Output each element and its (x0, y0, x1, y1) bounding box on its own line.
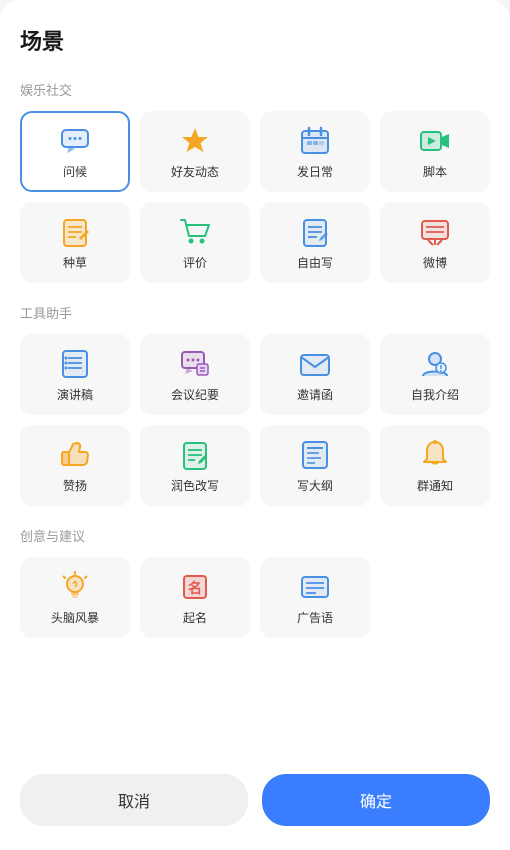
section-grid-1: 问候 好友动态 发日常 (20, 111, 490, 283)
calendar-icon (299, 125, 331, 157)
item-xiedagang[interactable]: 写大纲 (260, 425, 370, 506)
cart-icon (179, 216, 211, 248)
chat-icon (59, 125, 91, 157)
item-ziwo-label: 自我介绍 (411, 386, 459, 403)
item-yaoqing-label: 邀请函 (297, 386, 333, 403)
item-wenhao-label: 问候 (63, 163, 87, 180)
item-zhongcao[interactable]: 种草 (20, 202, 130, 283)
item-jiaoben[interactable]: 脚本 (380, 111, 490, 192)
edit-green-icon (179, 439, 211, 471)
person-icon (419, 348, 451, 380)
item-zanchang-label: 赞扬 (63, 477, 87, 494)
thumb-icon (59, 439, 91, 471)
note-orange-icon (59, 216, 91, 248)
bell-icon (419, 439, 451, 471)
star-icon (179, 125, 211, 157)
item-wenhao[interactable]: 问候 (20, 111, 130, 192)
item-qiming-label: 起名 (183, 609, 207, 626)
item-ziwo[interactable]: 自我介绍 (380, 334, 490, 415)
section-label-3: 创意与建议 (20, 526, 490, 545)
item-quntongzhi[interactable]: 群通知 (380, 425, 490, 506)
bulb-icon (59, 571, 91, 603)
item-zhongcao-label: 种草 (63, 254, 87, 271)
item-runchong-label: 润色改写 (171, 477, 219, 494)
item-huiyi-label: 会议纪要 (171, 386, 219, 403)
item-pingjia-label: 评价 (183, 254, 207, 271)
name-icon: 名 (179, 571, 211, 603)
item-haoyou[interactable]: 好友动态 (140, 111, 250, 192)
section-label-2: 工具助手 (20, 303, 490, 322)
list-blue-icon (59, 348, 91, 380)
page-title: 场景 (20, 24, 490, 56)
confirm-button[interactable]: 确定 (262, 774, 490, 826)
item-qiming[interactable]: 名 起名 (140, 557, 250, 638)
item-haoyou-label: 好友动态 (171, 163, 219, 180)
section-grid-3: 头脑风暴 名 起名 广告语 (20, 557, 490, 638)
chat-purple-icon (179, 348, 211, 380)
mail-icon (299, 348, 331, 380)
section-grid-2: 演讲稿 会议纪要 邀请 (20, 334, 490, 506)
item-guanggao-label: 广告语 (297, 609, 333, 626)
section-label-1: 娱乐社交 (20, 80, 490, 99)
weibo-icon (419, 216, 451, 248)
video-icon (419, 125, 451, 157)
item-pingjia[interactable]: 评价 (140, 202, 250, 283)
item-weibo[interactable]: 微博 (380, 202, 490, 283)
item-huiyi[interactable]: 会议纪要 (140, 334, 250, 415)
ad-icon (299, 571, 331, 603)
bottom-bar: 取消 确定 (0, 758, 510, 850)
svg-text:名: 名 (188, 580, 202, 596)
item-tounao[interactable]: 头脑风暴 (20, 557, 130, 638)
item-weibo-label: 微博 (423, 254, 447, 271)
item-quntongzhi-label: 群通知 (417, 477, 453, 494)
item-yaoqing[interactable]: 邀请函 (260, 334, 370, 415)
item-guanggao[interactable]: 广告语 (260, 557, 370, 638)
item-farichang[interactable]: 发日常 (260, 111, 370, 192)
outline-icon (299, 439, 331, 471)
item-farichang-label: 发日常 (297, 163, 333, 180)
pencil-blue-icon (299, 216, 331, 248)
item-ziyouxie[interactable]: 自由写 (260, 202, 370, 283)
item-ziyouxie-label: 自由写 (297, 254, 333, 271)
item-runchong[interactable]: 润色改写 (140, 425, 250, 506)
item-zanchang[interactable]: 赞扬 (20, 425, 130, 506)
item-yanjiang[interactable]: 演讲稿 (20, 334, 130, 415)
item-tounao-label: 头脑风暴 (51, 609, 99, 626)
item-xiedagang-label: 写大纲 (297, 477, 333, 494)
cancel-button[interactable]: 取消 (20, 774, 248, 826)
item-jiaoben-label: 脚本 (423, 163, 447, 180)
page-container: 场景 娱乐社交 问候 好友动态 (0, 0, 510, 758)
item-yanjiang-label: 演讲稿 (57, 386, 93, 403)
